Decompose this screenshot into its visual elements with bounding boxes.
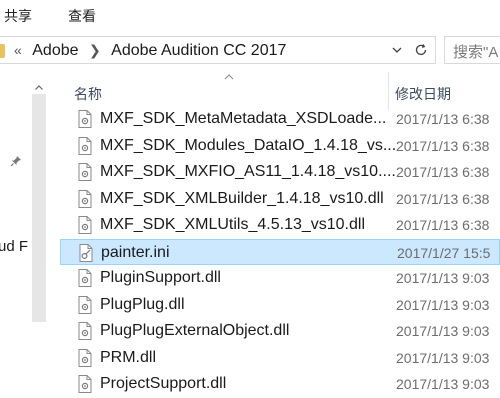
dll-file-icon — [78, 163, 92, 181]
chevron-down-icon[interactable] — [386, 37, 408, 63]
file-name: MXF_SDK_XMLUtils_4.5.13_vs10.dll — [100, 216, 366, 233]
column-date-modified[interactable]: 修改日期 — [395, 84, 451, 104]
file-row[interactable]: ProjectSupport.dll 2017/1/13 9:03 — [60, 371, 500, 398]
file-row[interactable]: painter.ini 2017/1/27 15:5 — [60, 238, 500, 265]
file-name: PRM.dll — [100, 348, 157, 366]
breadcrumb-item-audition[interactable]: Adobe Audition CC 2017 — [111, 42, 286, 60]
dll-file-icon — [78, 189, 92, 208]
file-date-modified: 2017/1/13 6:38 — [396, 190, 490, 207]
refresh-icon[interactable] — [410, 37, 432, 63]
file-date-modified: 2017/1/13 9:03 — [396, 270, 490, 286]
search-input[interactable]: 搜索"A — [444, 36, 500, 64]
file-name: MXF_SDK_MXFIO_AS11_1.4.18_vs10.... — [100, 163, 396, 180]
ribbon: 共享 查看 — [0, 0, 500, 30]
file-row[interactable]: MXF_SDK_Modules_DataIO_1.4.18_vs... 2017/… — [60, 133, 500, 160]
dll-file-icon — [78, 348, 92, 367]
column-name[interactable]: 名称 — [74, 84, 102, 104]
file-list: 名称 修改日期 MXF_SDK_MetaMetadata_XSDLoade...… — [60, 72, 500, 393]
dll-file-icon — [78, 375, 92, 393]
sort-ascending-icon — [224, 74, 234, 80]
file-name: MXF_SDK_XMLBuilder_1.4.18_vs10.dll — [100, 189, 384, 207]
file-date-modified: 2017/1/13 6:38 — [396, 217, 490, 233]
file-date-modified: 2017/1/13 6:38 — [396, 111, 490, 127]
dll-file-icon — [78, 216, 92, 234]
breadcrumb-item-adobe[interactable]: Adobe — [32, 42, 78, 60]
file-row[interactable]: MXF_SDK_MetaMetadata_XSDLoade... 2017/1/1… — [60, 106, 500, 133]
tab-view[interactable]: 查看 — [68, 6, 96, 26]
file-name: MXF_SDK_Modules_DataIO_1.4.18_vs... — [100, 136, 397, 154]
dll-file-icon — [78, 295, 92, 314]
settings-file-icon — [79, 243, 93, 262]
file-row[interactable]: MXF_SDK_MXFIO_AS11_1.4.18_vs10.... 2017/1… — [60, 159, 500, 186]
file-date-modified: 2017/1/13 6:38 — [396, 137, 490, 154]
file-row[interactable]: PluginSupport.dll 2017/1/13 9:03 — [60, 265, 500, 292]
breadcrumb-overflow-icon[interactable]: « — [14, 42, 22, 58]
address-bar[interactable]: « Adobe ❯ Adobe Audition CC 2017 — [0, 36, 436, 64]
file-name: PluginSupport.dll — [100, 269, 221, 286]
file-name: painter.ini — [101, 243, 170, 261]
file-row[interactable]: MXF_SDK_XMLBuilder_1.4.18_vs10.dll 2017/1… — [60, 186, 500, 213]
address-row: « Adobe ❯ Adobe Audition CC 2017 搜索"A — [0, 34, 500, 66]
dll-file-icon — [78, 322, 92, 340]
dll-file-icon — [78, 269, 92, 287]
file-rows: MXF_SDK_MetaMetadata_XSDLoade... 2017/1/1… — [60, 106, 500, 398]
file-date-modified: 2017/1/13 9:03 — [396, 296, 490, 313]
navigation-pane: ud F — [0, 72, 48, 386]
nav-scrollbar[interactable] — [32, 94, 46, 322]
file-date-modified: 2017/1/27 15:5 — [397, 244, 491, 261]
file-name: ProjectSupport.dll — [100, 375, 227, 392]
column-header: 名称 修改日期 — [60, 72, 500, 110]
file-name: PlugPlugExternalObject.dll — [100, 322, 290, 339]
file-row[interactable]: PRM.dll 2017/1/13 9:03 — [60, 345, 500, 372]
breadcrumb: « Adobe ❯ Adobe Audition CC 2017 — [14, 42, 286, 60]
file-row[interactable]: PlugPlugExternalObject.dll 2017/1/13 9:03 — [60, 318, 500, 345]
dll-file-icon — [78, 136, 92, 155]
file-row[interactable]: MXF_SDK_XMLUtils_4.5.13_vs10.dll 2017/1/1… — [60, 212, 500, 239]
file-date-modified: 2017/1/13 9:03 — [396, 323, 490, 339]
file-name: MXF_SDK_MetaMetadata_XSDLoade... — [100, 110, 387, 127]
dll-file-icon — [78, 110, 92, 128]
pin-icon[interactable] — [10, 154, 22, 172]
file-date-modified: 2017/1/13 6:38 — [396, 164, 490, 180]
nav-item-label[interactable]: ud F — [0, 238, 28, 255]
file-row[interactable]: PlugPlug.dll 2017/1/13 9:03 — [60, 292, 500, 319]
file-name: PlugPlug.dll — [100, 295, 185, 313]
file-date-modified: 2017/1/13 9:03 — [396, 376, 490, 392]
folder-icon — [0, 44, 5, 58]
column-divider[interactable] — [388, 72, 389, 110]
tab-share[interactable]: 共享 — [4, 6, 32, 26]
scroll-up-icon[interactable] — [32, 80, 46, 94]
chevron-right-icon[interactable]: ❯ — [89, 42, 101, 59]
file-date-modified: 2017/1/13 9:03 — [396, 349, 490, 366]
